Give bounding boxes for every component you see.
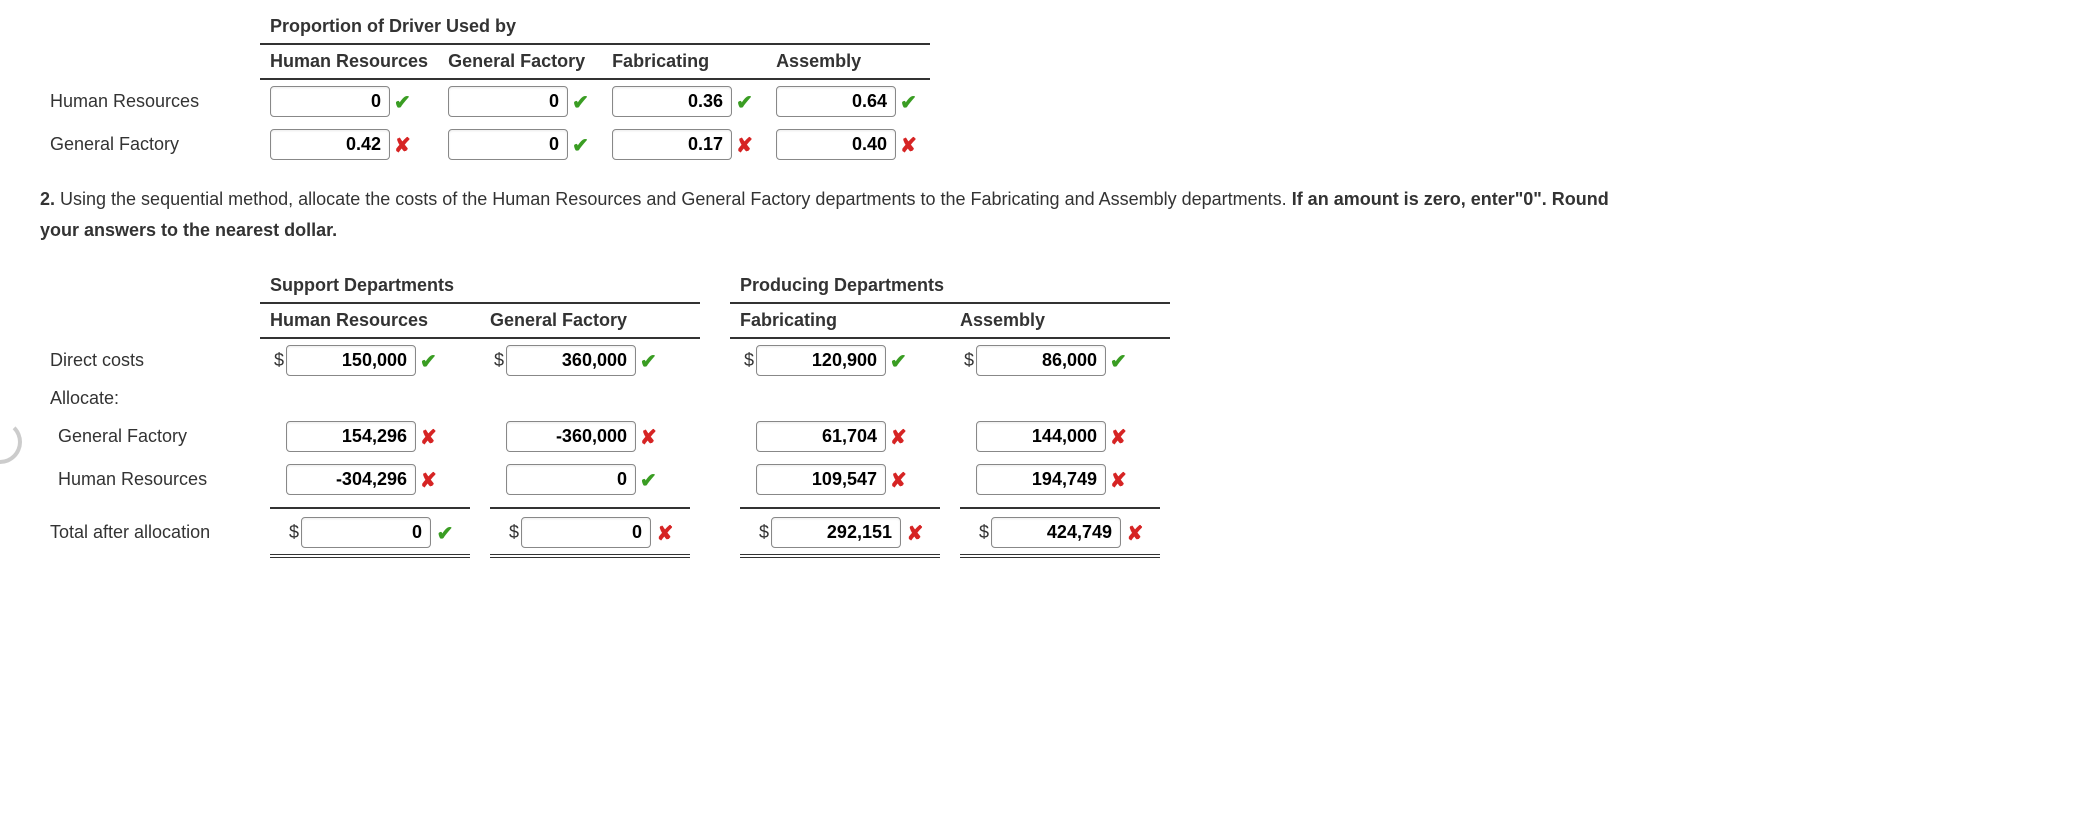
x-icon: ✘ xyxy=(1110,468,1130,493)
check-icon: ✔ xyxy=(435,521,455,546)
dollar-sign: $ xyxy=(755,522,769,543)
check-icon: ✔ xyxy=(640,349,660,374)
dollar-sign: $ xyxy=(960,350,974,371)
x-icon: ✘ xyxy=(890,468,910,493)
row-label-alloc-gf: General Factory xyxy=(40,415,260,458)
table-row: Human Resources ✔ ✔ ✔ ✔ xyxy=(40,79,930,123)
proportion-table: Proportion of Driver Used by Human Resou… xyxy=(40,10,930,166)
check-icon: ✔ xyxy=(420,349,440,374)
question-text: 2. Using the sequential method, allocate… xyxy=(40,184,1620,245)
col-header-gf2: General Factory xyxy=(480,303,700,338)
check-icon: ✔ xyxy=(572,90,592,115)
input-t2-r0-c2[interactable] xyxy=(756,345,886,376)
x-icon: ✘ xyxy=(420,425,440,450)
check-icon: ✔ xyxy=(394,90,414,115)
input-t2-r4-c2[interactable] xyxy=(771,517,901,548)
input-t2-r4-c3[interactable] xyxy=(991,517,1121,548)
row-label-total: Total after allocation xyxy=(40,501,260,564)
input-t2-r2-c1[interactable] xyxy=(506,421,636,452)
table-row: Human Resources ✘ ✔ ✘ ✘ xyxy=(40,458,1170,501)
x-icon: ✘ xyxy=(655,521,675,546)
input-t2-r0-c0[interactable] xyxy=(286,345,416,376)
table-row: Direct costs $ ✔ $ ✔ $ ✔ $ ✔ xyxy=(40,338,1170,382)
group-header-support: Support Departments xyxy=(260,269,700,303)
col-header-asm2: Assembly xyxy=(950,303,1170,338)
row-label-alloc-hr: Human Resources xyxy=(40,458,260,501)
x-icon: ✘ xyxy=(420,468,440,493)
input-t1-r1-c3[interactable] xyxy=(776,129,896,160)
col-header-hr: Human Resources xyxy=(260,44,438,79)
x-icon: ✘ xyxy=(890,425,910,450)
input-t2-r0-c1[interactable] xyxy=(506,345,636,376)
group-header-producing: Producing Departments xyxy=(730,269,1170,303)
loading-spinner xyxy=(0,420,22,464)
x-icon: ✘ xyxy=(1110,425,1130,450)
col-header-hr2: Human Resources xyxy=(260,303,480,338)
row-label-allocate: Allocate: xyxy=(40,382,260,415)
check-icon: ✔ xyxy=(572,133,592,158)
input-t1-r1-c0[interactable] xyxy=(270,129,390,160)
input-t2-r4-c1[interactable] xyxy=(521,517,651,548)
table-row: General Factory ✘ ✔ ✘ ✘ xyxy=(40,123,930,166)
dollar-sign: $ xyxy=(505,522,519,543)
dollar-sign: $ xyxy=(490,350,504,371)
input-t2-r2-c0[interactable] xyxy=(286,421,416,452)
row-label-direct-costs: Direct costs xyxy=(40,338,260,382)
input-t1-r1-c1[interactable] xyxy=(448,129,568,160)
input-t2-r0-c3[interactable] xyxy=(976,345,1106,376)
input-t2-r2-c3[interactable] xyxy=(976,421,1106,452)
input-t2-r3-c2[interactable] xyxy=(756,464,886,495)
question-number: 2. xyxy=(40,189,55,209)
question-body: Using the sequential method, allocate th… xyxy=(55,189,1292,209)
table-row: Allocate: xyxy=(40,382,1170,415)
input-t2-r3-c0[interactable] xyxy=(286,464,416,495)
check-icon: ✔ xyxy=(900,90,920,115)
input-t2-r2-c2[interactable] xyxy=(756,421,886,452)
x-icon: ✘ xyxy=(394,133,414,158)
check-icon: ✔ xyxy=(1110,349,1130,374)
check-icon: ✔ xyxy=(736,90,756,115)
dollar-sign: $ xyxy=(975,522,989,543)
col-header-gf: General Factory xyxy=(438,44,602,79)
x-icon: ✘ xyxy=(640,425,660,450)
check-icon: ✔ xyxy=(890,349,910,374)
input-t2-r3-c1[interactable] xyxy=(506,464,636,495)
col-header-fab: Fabricating xyxy=(602,44,766,79)
dollar-sign: $ xyxy=(285,522,299,543)
allocation-table: Support Departments Producing Department… xyxy=(40,269,1170,564)
x-icon: ✘ xyxy=(1125,521,1145,546)
dollar-sign: $ xyxy=(270,350,284,371)
row-label-gf: General Factory xyxy=(40,123,260,166)
input-t1-r0-c2[interactable] xyxy=(612,86,732,117)
input-t2-r4-c0[interactable] xyxy=(301,517,431,548)
col-header-asm: Assembly xyxy=(766,44,930,79)
x-icon: ✘ xyxy=(736,133,756,158)
input-t2-r3-c3[interactable] xyxy=(976,464,1106,495)
input-t1-r0-c3[interactable] xyxy=(776,86,896,117)
x-icon: ✘ xyxy=(900,133,920,158)
dollar-sign: $ xyxy=(740,350,754,371)
input-t1-r0-c1[interactable] xyxy=(448,86,568,117)
table1-super-header: Proportion of Driver Used by xyxy=(260,10,930,44)
col-header-fab2: Fabricating xyxy=(730,303,950,338)
input-t1-r1-c2[interactable] xyxy=(612,129,732,160)
input-t1-r0-c0[interactable] xyxy=(270,86,390,117)
x-icon: ✘ xyxy=(905,521,925,546)
row-label-hr: Human Resources xyxy=(40,79,260,123)
table-row: Total after allocation $ ✔ $ ✘ $ ✘ $ ✘ xyxy=(40,501,1170,564)
check-icon: ✔ xyxy=(640,468,660,493)
table-row: General Factory ✘ ✘ ✘ ✘ xyxy=(40,415,1170,458)
